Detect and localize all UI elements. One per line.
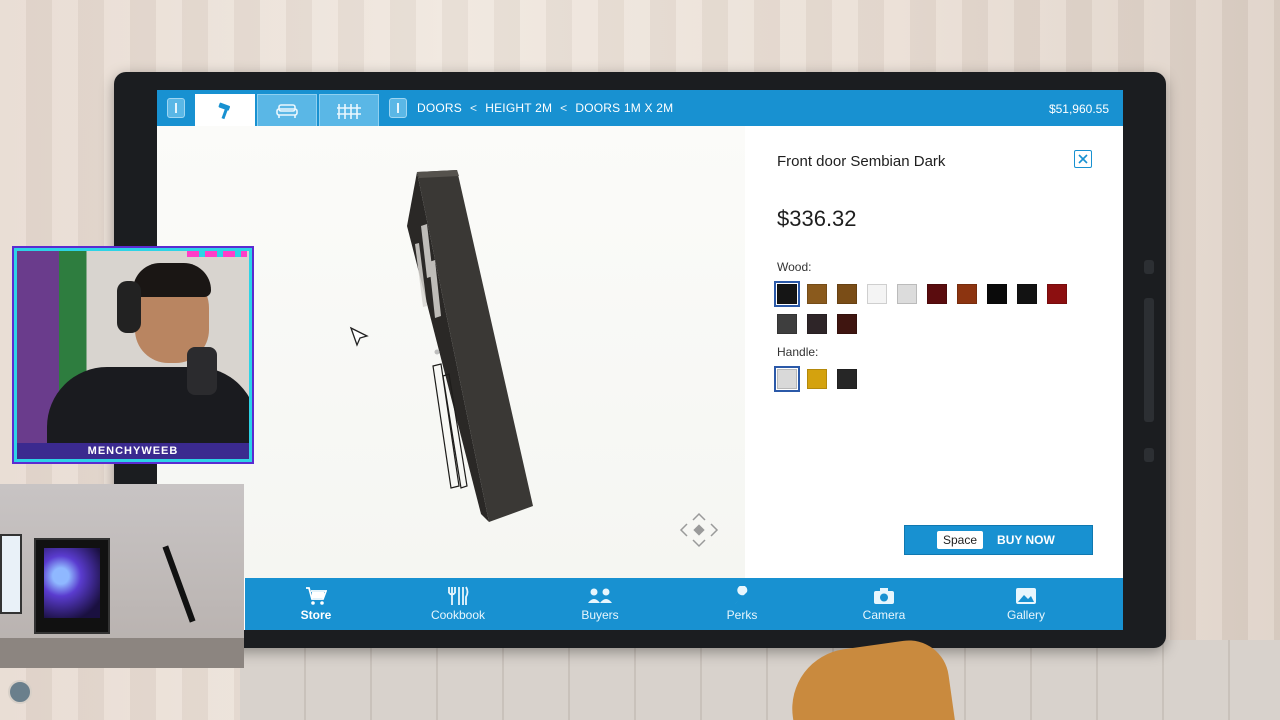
microphone — [187, 347, 217, 395]
streamer-hair — [133, 263, 211, 297]
people-icon — [588, 588, 612, 603]
tablet-side-slot — [1144, 298, 1154, 422]
sidebar-toggle-left[interactable] — [167, 98, 185, 118]
buy-now-button[interactable]: Space BUY NOW — [904, 525, 1093, 555]
monitor — [0, 534, 22, 614]
nav-gallery-label: Gallery — [1006, 608, 1045, 622]
tab-build-tools[interactable] — [195, 94, 255, 126]
store-screen: DOORS < HEIGHT 2M < DOORS 1M X 2M $51,96… — [157, 90, 1123, 630]
balance-display: $51,960.55 — [1048, 102, 1109, 116]
camera-icon — [874, 588, 894, 604]
nav-gallery[interactable]: Gallery — [976, 586, 1076, 622]
store-topbar: DOORS < HEIGHT 2M < DOORS 1M X 2M $51,96… — [157, 90, 1123, 126]
sidebar-toggle-right[interactable] — [389, 98, 407, 118]
tablet-side-button — [1144, 260, 1154, 274]
wood-color-swatch[interactable] — [1017, 284, 1037, 304]
wood-color-swatch[interactable] — [987, 284, 1007, 304]
breadcrumb-separator: < — [470, 101, 478, 115]
tablet-side-button — [1144, 448, 1154, 462]
nav-cookbook[interactable]: Cookbook — [408, 586, 508, 622]
hotkey-chip: Space — [937, 531, 984, 549]
cart-icon — [306, 587, 327, 605]
nav-perks-label: Perks — [726, 608, 758, 622]
wood-color-swatch[interactable] — [867, 284, 887, 304]
bottom-navigation: Store Cookbook Buyers Perks Camera Galle… — [245, 578, 1123, 630]
pc-lighting — [44, 548, 100, 618]
wood-color-swatch[interactable] — [807, 314, 827, 334]
breadcrumb-doors[interactable]: DOORS — [417, 101, 462, 115]
nav-cookbook-label: Cookbook — [430, 608, 486, 622]
door-model — [407, 170, 533, 522]
room-floor — [240, 640, 1280, 720]
handle-label: Handle: — [777, 345, 819, 359]
tab-fences[interactable] — [319, 94, 379, 126]
close-icon — [1078, 154, 1088, 164]
nav-camera-label: Camera — [862, 608, 906, 622]
sofa-icon — [276, 103, 298, 118]
handle-color-swatch[interactable] — [774, 366, 800, 392]
close-button[interactable] — [1074, 150, 1092, 168]
wrench-icon — [735, 586, 748, 604]
breadcrumb-separator: < — [560, 101, 568, 115]
overlay-decoration — [187, 251, 247, 257]
nav-store-label: Store — [300, 608, 332, 622]
handle-color-swatch[interactable] — [807, 369, 827, 389]
wood-color-swatch[interactable] — [837, 284, 857, 304]
handle-color-swatch[interactable] — [837, 369, 857, 389]
nav-buyers[interactable]: Buyers — [550, 586, 650, 622]
buy-now-label: BUY NOW — [997, 533, 1055, 547]
room-camera-overlay — [0, 484, 244, 668]
rotate-view-icon[interactable] — [679, 512, 719, 548]
breadcrumb-size[interactable]: DOORS 1M X 2M — [575, 101, 673, 115]
avatar — [8, 680, 32, 704]
wood-color-swatch[interactable] — [1047, 284, 1067, 304]
product-price: $336.32 — [777, 206, 857, 231]
fence-icon — [337, 103, 361, 119]
wood-color-swatch[interactable] — [777, 314, 797, 334]
mic-arm — [162, 545, 196, 623]
wood-color-swatch[interactable] — [807, 284, 827, 304]
desk — [0, 638, 244, 668]
streamer-name: MENCHYWEEB — [17, 443, 249, 459]
wood-label: Wood: — [777, 260, 812, 274]
nav-perks[interactable]: Perks — [692, 586, 792, 622]
nav-buyers-label: Buyers — [581, 608, 619, 622]
wood-color-swatch[interactable] — [774, 281, 800, 307]
nav-store[interactable]: Store — [266, 586, 366, 622]
wood-color-swatch[interactable] — [837, 314, 857, 334]
tab-furniture[interactable] — [257, 94, 317, 126]
image-icon — [1016, 588, 1036, 604]
cutlery-icon — [448, 586, 469, 605]
breadcrumb-height[interactable]: HEIGHT 2M — [485, 101, 552, 115]
product-details-panel: Front door Sembian Dark $336.32 Wood: Ha… — [745, 126, 1123, 578]
mouse-cursor — [349, 326, 369, 347]
breadcrumb: DOORS < HEIGHT 2M < DOORS 1M X 2M — [417, 90, 673, 126]
wood-color-swatch[interactable] — [927, 284, 947, 304]
wood-color-swatch[interactable] — [957, 284, 977, 304]
wood-color-swatch[interactable] — [897, 284, 917, 304]
headset — [117, 281, 141, 333]
nav-camera[interactable]: Camera — [834, 586, 934, 622]
product-name: Front door Sembian Dark — [777, 153, 946, 170]
webcam-overlay: MENCHYWEEB — [14, 248, 252, 462]
hammer-icon — [218, 102, 231, 119]
